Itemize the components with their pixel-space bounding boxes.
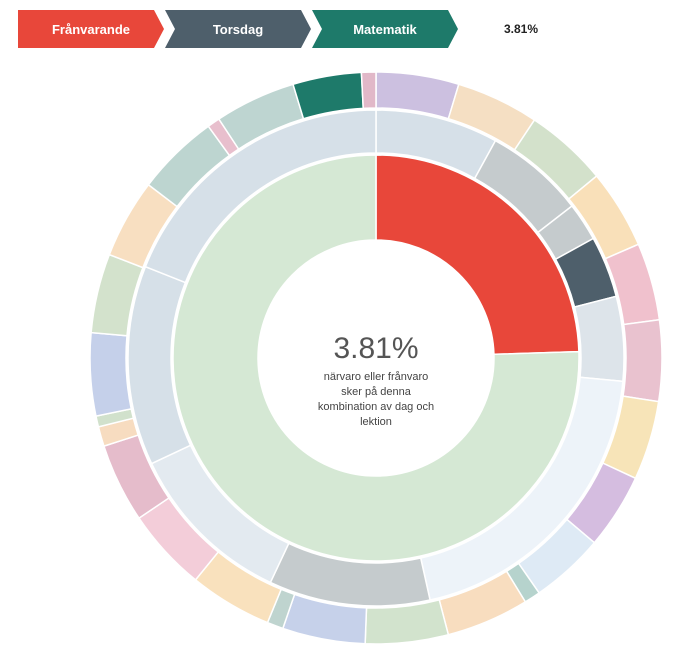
sunburst-segment-lektion-19[interactable] [89,331,133,418]
center-description-line-1: närvaro eller frånvaro [324,371,429,383]
sunburst-segment-lektion-5[interactable] [622,318,663,403]
sunburst-segment-lektion-26[interactable] [360,71,377,110]
sunburst-segment-dag-4[interactable] [573,295,625,383]
center-description-line-4: lektion [360,416,392,428]
center-description-line-3: kombination av dag och [318,401,434,413]
sunburst-chart: 3.81% närvaro eller frånvaro sker på den… [89,71,663,645]
center-percentage: 3.81% [333,332,418,365]
center-description-line-2: sker på denna [341,386,412,398]
